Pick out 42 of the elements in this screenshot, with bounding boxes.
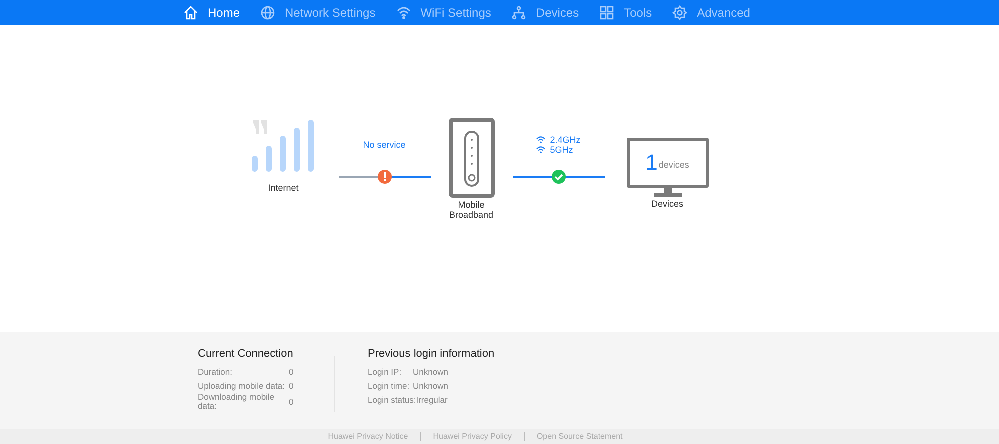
link-status-text: No service [363, 140, 406, 150]
wifi-icon [536, 146, 546, 154]
nav-tab[interactable]: Tools [599, 4, 652, 20]
gear-icon [672, 4, 688, 20]
wifi-icon [396, 4, 412, 20]
info-label: Login time: [368, 381, 411, 391]
wifi-band-label: 2.4GHz [550, 135, 581, 145]
node-label: Devices [650, 199, 684, 209]
signal-bars-icon [250, 120, 316, 172]
network-nodes-icon [511, 4, 528, 20]
info-value: Unknown [413, 367, 448, 377]
section-title: Current Connection [198, 348, 294, 360]
footer-link[interactable]: Huawei Privacy Notice [328, 432, 408, 441]
info-label: Login status: [368, 395, 416, 405]
info-value: 0 [289, 381, 294, 391]
footer-link[interactable]: Open Source Statement [536, 432, 623, 441]
nav-tab[interactable]: Advanced [672, 4, 750, 20]
device-count: 1 [646, 150, 658, 176]
info-label: Duration: [198, 368, 234, 376]
info-value: Irregular [416, 395, 448, 405]
monitor-screen[interactable]: 1 devices [626, 138, 708, 188]
info-label: Downloading mobile data: [198, 393, 276, 411]
node-label: Mobile Broadband [448, 200, 495, 220]
section-title: Previous login information [368, 348, 496, 360]
wifi-band-label: 5GHz [550, 145, 574, 155]
info-value: Unknown [413, 381, 448, 391]
info-label: Uploading mobile data: [198, 382, 286, 390]
wifi-icon [536, 136, 546, 144]
globe-icon [260, 4, 276, 20]
router-icon [448, 118, 494, 198]
info-value: 0 [289, 367, 294, 377]
grid-icon [599, 4, 616, 20]
nav-tab[interactable]: Home [183, 4, 240, 20]
nav-tab[interactable]: Network Settings [260, 4, 376, 20]
footer-link[interactable]: Huawei Privacy Policy [433, 432, 512, 441]
device-count-unit: devices [658, 160, 690, 170]
home-icon [183, 4, 199, 20]
info-label: Login IP: [368, 367, 403, 377]
nav-tab[interactable]: Devices [511, 4, 580, 20]
info-value: 0 [289, 397, 294, 407]
node-label: Internet [267, 183, 300, 193]
nav-tab[interactable]: WiFi Settings [396, 4, 492, 20]
